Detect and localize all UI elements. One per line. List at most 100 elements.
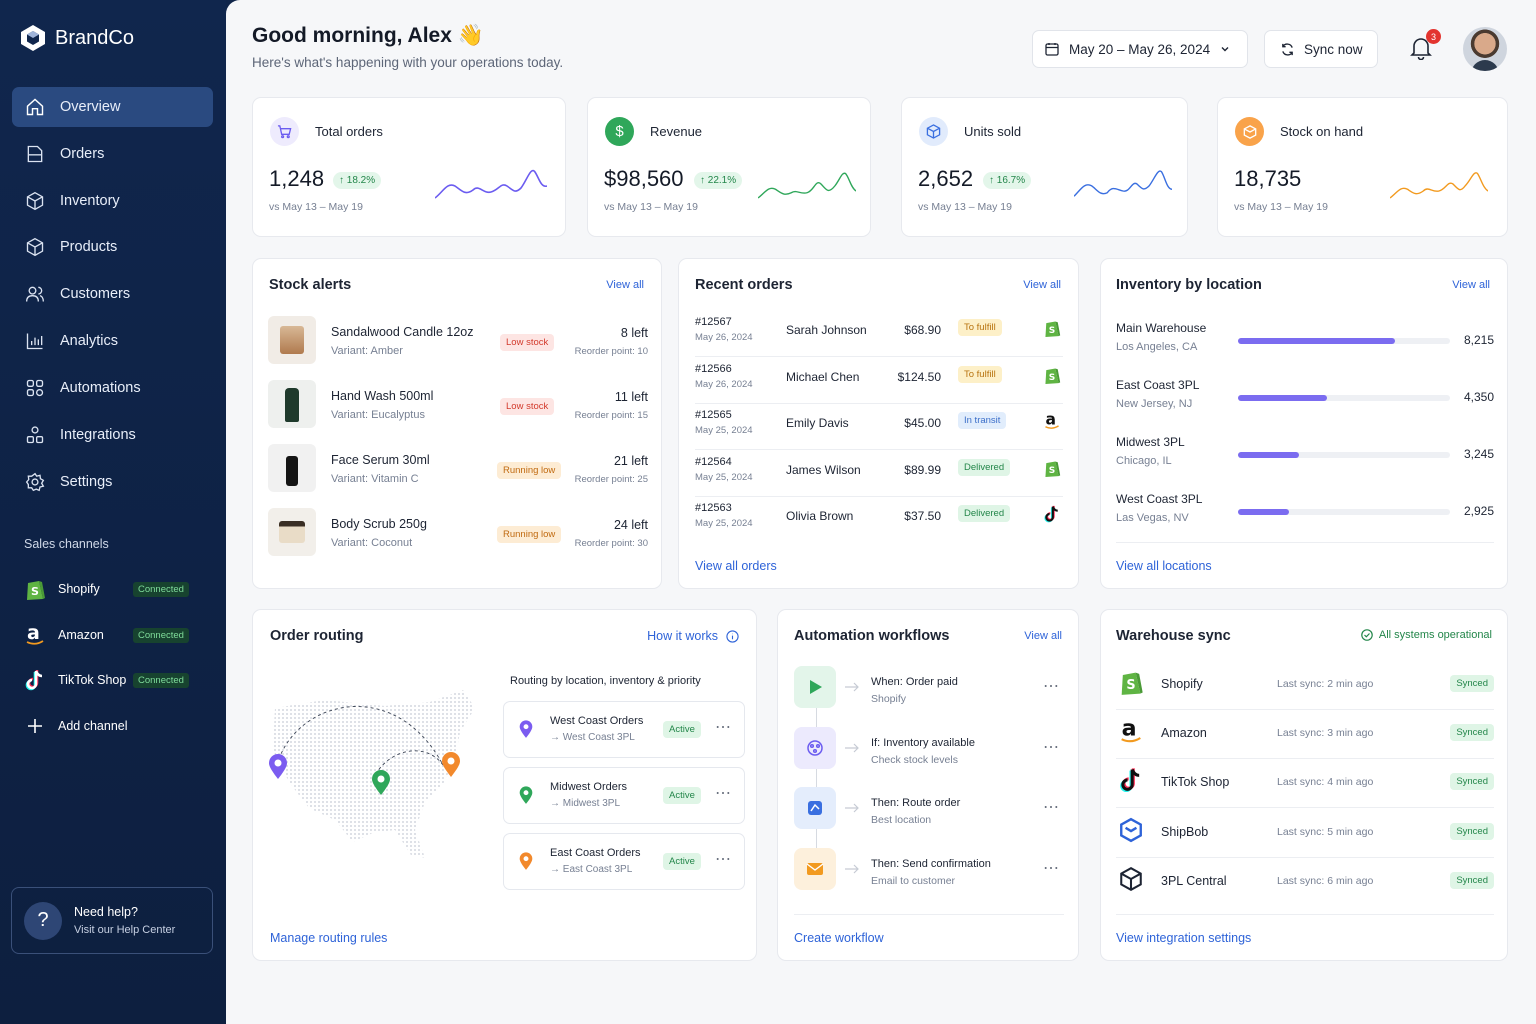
nav-label: Settings [60, 474, 113, 490]
product-name: Body Scrub 250g [331, 517, 427, 531]
more-options-icon[interactable]: ⋯ [1043, 858, 1060, 878]
recent-orders-card: Recent orders View all #12567 May 26, 20… [678, 258, 1079, 589]
user-avatar[interactable] [1463, 27, 1507, 71]
location-name: West Coast 3PL [1116, 492, 1203, 506]
shopify-icon: S [1043, 458, 1061, 481]
workflow-step[interactable]: If: Inventory available Check stock leve… [794, 726, 1064, 771]
integration-name: ShipBob [1161, 824, 1209, 839]
product-thumbnail [268, 508, 316, 556]
sync-now-button[interactable]: Sync now [1264, 30, 1378, 68]
routing-rule[interactable]: East Coast Orders → East Coast 3PL Activ… [503, 833, 745, 890]
location-row[interactable]: Midwest 3PL Chicago, IL 3,245 [1116, 435, 1494, 479]
kpi-value: 18,735 [1234, 166, 1302, 191]
routing-rule[interactable]: Midwest Orders → Midwest 3PL Active ⋯ [503, 767, 745, 824]
view-all-link[interactable]: View all [1024, 630, 1062, 642]
reorder-point: Reorder point: 30 [574, 538, 648, 549]
order-row[interactable]: #12567 May 26, 2024 Sarah Johnson $68.90… [695, 313, 1063, 357]
nav-item-customers[interactable]: Customers [12, 274, 213, 314]
more-options-icon[interactable]: ⋯ [715, 849, 732, 869]
workflow-step[interactable]: When: Order paid Shopify ⋯ [794, 666, 1064, 710]
order-id: #12564 [695, 455, 732, 468]
location-bar-fill [1238, 452, 1300, 458]
help-card[interactable]: ? Need help? Visit our Help Center [11, 887, 213, 954]
rule-status-badge: Active [663, 721, 701, 738]
stock-alert-row[interactable]: Sandalwood Candle 12oz Variant: Amber Lo… [268, 316, 648, 366]
view-all-locations-link[interactable]: View all locations [1116, 559, 1212, 573]
location-name: East Coast 3PL [1116, 378, 1200, 392]
amazon-icon: a [1118, 716, 1144, 748]
nav-item-analytics[interactable]: Analytics [12, 321, 213, 361]
sync-row[interactable]: 3PL Central Last sync: 6 min ago Synced [1116, 863, 1494, 907]
more-options-icon[interactable]: ⋯ [715, 783, 732, 803]
rule-name: West Coast Orders [550, 715, 644, 727]
location-row[interactable]: Main Warehouse Los Angeles, CA 8,215 [1116, 321, 1494, 365]
order-status-badge: In transit [958, 412, 1007, 429]
nav-item-overview[interactable]: Overview [12, 87, 213, 127]
step-title: When: Order paid [871, 676, 958, 688]
order-status-badge: Delivered [958, 505, 1011, 522]
kpi-compare: vs May 13 – May 19 [269, 201, 363, 213]
order-row[interactable]: #12566 May 26, 2024 Michael Chen $124.50… [695, 360, 1063, 404]
view-all-link[interactable]: View all [1452, 279, 1490, 291]
gear-icon [25, 472, 45, 492]
shopify-icon: S [1043, 365, 1061, 388]
date-range-picker[interactable]: May 20 – May 26, 2024 [1032, 30, 1248, 68]
view-integration-settings-link[interactable]: View integration settings [1116, 931, 1251, 945]
kpi-card-revenue[interactable]: $ Revenue $98,560 ↑ 22.1% vs May 13 – Ma… [587, 97, 871, 237]
arrow-right-icon [845, 743, 859, 752]
location-row[interactable]: West Coast 3PL Las Vegas, NV 2,925 [1116, 492, 1494, 536]
more-options-icon[interactable]: ⋯ [715, 717, 732, 737]
add-channel-button[interactable]: Add channel [24, 711, 214, 741]
divider [1116, 542, 1494, 543]
step-icon-box [794, 847, 836, 890]
stock-alert-row[interactable]: Hand Wash 500ml Variant: Eucalyptus Low … [268, 380, 648, 430]
how-it-works-link[interactable]: How it works [647, 629, 739, 643]
location-row[interactable]: East Coast 3PL New Jersey, NJ 4,350 [1116, 378, 1494, 422]
check-circle-icon [1361, 629, 1373, 641]
nav-item-automations[interactable]: Automations [12, 368, 213, 408]
nav-item-settings[interactable]: Settings [12, 462, 213, 502]
step-icon-box [794, 726, 836, 769]
kpi-card-stock-on-hand[interactable]: Stock on hand 18,735 vs May 13 – May 19 [1217, 97, 1508, 237]
order-row[interactable]: #12563 May 25, 2024 Olivia Brown $37.50 … [695, 499, 1063, 543]
order-date: May 25, 2024 [695, 425, 753, 436]
view-all-link[interactable]: View all [606, 279, 644, 291]
view-all-link[interactable]: View all [1023, 279, 1061, 291]
order-row[interactable]: #12564 May 25, 2024 James Wilson $89.99 … [695, 453, 1063, 497]
workflow-step[interactable]: Then: Route order Best location ⋯ [794, 787, 1064, 831]
channel-tiktok[interactable]: TikTok Shop Connected [24, 665, 214, 695]
sync-row[interactable]: a Amazon Last sync: 3 min ago Synced [1116, 715, 1494, 760]
sync-row[interactable]: TikTok Shop Last sync: 4 min ago Synced [1116, 764, 1494, 809]
notifications-button[interactable]: 3 [1410, 29, 1441, 62]
nav-item-integrations[interactable]: Integrations [12, 415, 213, 455]
more-options-icon[interactable]: ⋯ [1043, 676, 1060, 696]
workflow-step[interactable]: Then: Send confirmation Email to custome… [794, 847, 1064, 892]
product-variant: Variant: Amber [331, 345, 403, 357]
nav-item-products[interactable]: Products [12, 227, 213, 267]
more-options-icon[interactable]: ⋯ [1043, 737, 1060, 757]
channel-shopify[interactable]: S Shopify Connected [24, 574, 214, 604]
kpi-value: 1,248 [269, 166, 325, 191]
kpi-card-total-orders[interactable]: Total orders 1,248 ↑ 18.2% vs May 13 – M… [252, 97, 566, 237]
create-workflow-link[interactable]: Create workflow [794, 931, 884, 945]
order-row[interactable]: #12565 May 25, 2024 Emily Davis $45.00 I… [695, 406, 1063, 450]
location-place: Los Angeles, CA [1116, 341, 1198, 353]
manage-routing-link[interactable]: Manage routing rules [270, 931, 387, 945]
routing-rule[interactable]: West Coast Orders → West Coast 3PL Activ… [503, 701, 745, 758]
brand-logo[interactable]: BrandCo [20, 24, 134, 52]
sync-row[interactable]: ShipBob Last sync: 5 min ago Synced [1116, 814, 1494, 858]
stock-alert-row[interactable]: Face Serum 30ml Variant: Vitamin C Runni… [268, 444, 648, 494]
how-it-works-label: How it works [647, 629, 718, 643]
kpi-card-units-sold[interactable]: Units sold 2,652 ↑ 16.7% vs May 13 – May… [901, 97, 1188, 237]
channel-amazon[interactable]: a Amazon Connected [24, 620, 214, 650]
kpi-compare: vs May 13 – May 19 [1234, 201, 1328, 213]
nav-item-inventory[interactable]: Inventory [12, 181, 213, 221]
stock-alert-row[interactable]: Body Scrub 250g Variant: Coconut Running… [268, 508, 648, 558]
units-left: 8 left [620, 326, 648, 340]
nav-label: Integrations [60, 427, 136, 443]
view-all-orders-link[interactable]: View all orders [695, 559, 777, 573]
more-options-icon[interactable]: ⋯ [1043, 797, 1060, 817]
nav-item-orders[interactable]: Orders [12, 134, 213, 174]
rule-target-label: West Coast 3PL [562, 732, 635, 743]
sync-row[interactable]: S Shopify Last sync: 2 min ago Synced [1116, 666, 1494, 710]
